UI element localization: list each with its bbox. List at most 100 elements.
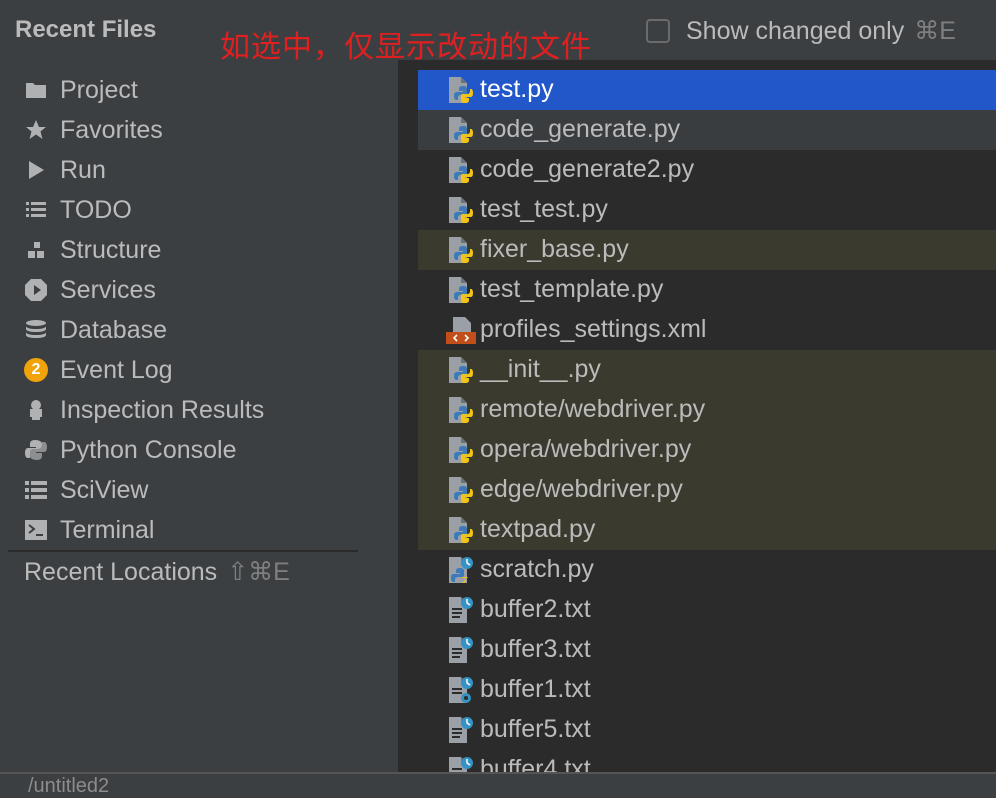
file-list-item[interactable]: profiles_settings.xml: [418, 310, 996, 350]
star-icon: [24, 118, 48, 142]
file-name: buffer4.txt: [480, 755, 591, 772]
show-changed-label: Show changed only: [686, 16, 905, 45]
sidebar-item-run[interactable]: Run: [0, 150, 398, 190]
sidebar-item-python-console[interactable]: Python Console: [0, 430, 398, 470]
sidebar-item-label: Python Console: [60, 435, 237, 464]
recent-files-list: test.py code_generate.py code_generate2.py…: [400, 60, 996, 772]
sidebar-item-label: Inspection Results: [60, 395, 265, 424]
sidebar-item-inspection-results[interactable]: Inspection Results: [0, 390, 398, 430]
sidebar-item-label: Database: [60, 315, 168, 344]
sidebar-item-label: Structure: [60, 235, 162, 264]
database-icon: [24, 318, 48, 342]
tool-windows-panel: Recent Locations ⇧⌘E Project Favorites Run T…: [0, 60, 400, 772]
file-name: fixer_base.py: [480, 235, 629, 263]
python-file-icon: [446, 276, 474, 304]
sidebar-item-label: Services: [60, 275, 156, 304]
file-list-item[interactable]: buffer2.txt: [418, 590, 996, 630]
sidebar-item-label: Terminal: [60, 515, 155, 544]
file-list-item[interactable]: buffer4.txt: [418, 750, 996, 772]
divider: [8, 550, 358, 552]
file-list-item[interactable]: remote/webdriver.py: [418, 390, 996, 430]
python-file-icon: [446, 436, 474, 464]
file-name: test_test.py: [480, 195, 608, 223]
sidebar-item-project[interactable]: Project: [0, 70, 398, 110]
show-changed-checkbox[interactable]: [646, 19, 670, 43]
folder-icon: [24, 78, 48, 102]
file-list-item[interactable]: scratch.py: [418, 550, 996, 590]
show-changed-shortcut: ⌘E: [914, 17, 956, 45]
file-list-item[interactable]: fixer_base.py: [418, 230, 996, 270]
run-icon: [24, 158, 48, 182]
recent-locations-item[interactable]: Recent Locations ⇧⌘E: [24, 557, 290, 587]
text-file-icon: [446, 596, 474, 624]
python-file-icon: [446, 116, 474, 144]
text-file-icon: [446, 716, 474, 744]
sciview-icon: [24, 478, 48, 502]
text-file-icon: [446, 636, 474, 664]
sidebar-item-todo[interactable]: TODO: [0, 190, 398, 230]
sidebar-item-sciview[interactable]: SciView: [0, 470, 398, 510]
sidebar-item-label: Event Log: [60, 355, 173, 384]
sidebar-item-label: Run: [60, 155, 106, 184]
python-file-icon: [446, 236, 474, 264]
python-file-icon: [446, 556, 474, 584]
file-name: test_template.py: [480, 275, 664, 303]
file-list-item[interactable]: code_generate.py: [418, 110, 996, 150]
sidebar-item-event-log[interactable]: 2 Event Log: [0, 350, 398, 390]
file-list-item[interactable]: textpad.py: [418, 510, 996, 550]
sidebar-item-label: TODO: [60, 195, 132, 224]
sidebar-item-terminal[interactable]: Terminal: [0, 510, 398, 550]
recent-locations-shortcut: ⇧⌘E: [227, 558, 290, 586]
file-name: buffer2.txt: [480, 595, 591, 623]
file-name: test.py: [480, 75, 554, 103]
file-list-item[interactable]: opera/webdriver.py: [418, 430, 996, 470]
file-name: textpad.py: [480, 515, 596, 543]
file-list-item[interactable]: buffer3.txt: [418, 630, 996, 670]
recent-locations-label: Recent Locations: [24, 558, 218, 586]
python-file-icon: [446, 396, 474, 424]
sidebar-item-label: SciView: [60, 475, 149, 504]
show-changed-only-toggle[interactable]: Show changed only ⌘E: [646, 16, 956, 46]
sidebar-item-services[interactable]: Services: [0, 270, 398, 310]
python-file-icon: [446, 156, 474, 184]
file-name: code_generate2.py: [480, 155, 695, 183]
footer-path: /untitled2: [28, 775, 110, 797]
xml-file-icon: [446, 316, 476, 344]
file-name: edge/webdriver.py: [480, 475, 683, 503]
file-list-item[interactable]: __init__.py: [418, 350, 996, 390]
python-file-icon: [446, 196, 474, 224]
file-name: opera/webdriver.py: [480, 435, 692, 463]
file-list-item[interactable]: buffer1.txt: [418, 670, 996, 710]
services-icon: [24, 278, 48, 302]
file-list-item[interactable]: buffer5.txt: [418, 710, 996, 750]
python-console-icon: [24, 438, 48, 462]
file-name: remote/webdriver.py: [480, 395, 706, 423]
inspection-icon: [24, 398, 48, 422]
terminal-icon: [24, 518, 48, 542]
text-file-icon: [446, 676, 474, 704]
sidebar-item-favorites[interactable]: Favorites: [0, 110, 398, 150]
file-name: buffer3.txt: [480, 635, 591, 663]
sidebar-item-structure[interactable]: Structure: [0, 230, 398, 270]
sidebar-item-label: Project: [60, 75, 138, 104]
event-log-count-badge: 2: [24, 358, 48, 382]
popup-header: Recent Files 如选中，仅显示改动的文件 Show changed o…: [0, 0, 996, 65]
popup-title: Recent Files: [15, 16, 157, 43]
file-list-item[interactable]: test.py: [418, 70, 996, 110]
python-file-icon: [446, 516, 474, 544]
python-file-icon: [446, 76, 474, 104]
sidebar-item-database[interactable]: Database: [0, 310, 398, 350]
file-name: buffer1.txt: [480, 675, 591, 703]
file-name: profiles_settings.xml: [480, 315, 707, 343]
file-list-item[interactable]: test_test.py: [418, 190, 996, 230]
file-list-item[interactable]: code_generate2.py: [418, 150, 996, 190]
todo-icon: [24, 198, 48, 222]
python-file-icon: [446, 356, 474, 384]
file-list-item[interactable]: test_template.py: [418, 270, 996, 310]
python-file-icon: [446, 476, 474, 504]
sidebar-item-label: Favorites: [60, 115, 163, 144]
file-name: code_generate.py: [480, 115, 681, 143]
structure-icon: [24, 238, 48, 262]
status-footer: /untitled2: [0, 772, 996, 797]
file-list-item[interactable]: edge/webdriver.py: [418, 470, 996, 510]
